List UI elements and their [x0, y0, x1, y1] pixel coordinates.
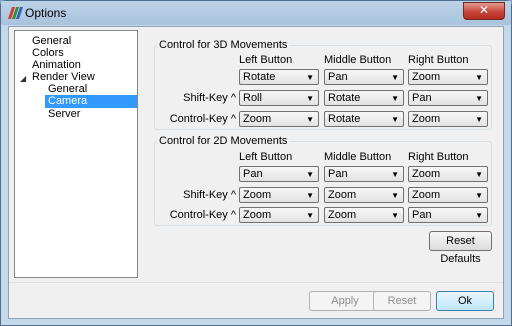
combo-2d-control-right[interactable]: Pan ▼: [408, 207, 488, 223]
chevron-down-icon: ▼: [391, 94, 399, 103]
combo-2d-shift-right[interactable]: Zoom ▼: [408, 187, 488, 203]
combo-value: Pan: [412, 209, 432, 221]
combo-3d-control-left[interactable]: Zoom ▼: [239, 111, 319, 127]
header-left-button-2d: Left Button: [239, 151, 293, 163]
options-window: Options ✕ General Colors Animation ◢ Ren…: [0, 0, 512, 326]
combo-2d-control-middle[interactable]: Zoom ▼: [324, 207, 404, 223]
dialog-body: General Colors Animation ◢ Render View G…: [8, 26, 504, 319]
chevron-down-icon: ▼: [306, 191, 314, 200]
header-right-button-3d: Right Button: [408, 54, 469, 66]
row-label-shift-3d: Shift-Key ^: [183, 92, 236, 104]
combo-3d-none-middle[interactable]: Pan ▼: [324, 69, 404, 85]
combo-3d-none-right[interactable]: Zoom ▼: [408, 69, 488, 85]
combo-3d-shift-right[interactable]: Pan ▼: [408, 90, 488, 106]
combo-value: Zoom: [328, 209, 357, 221]
reset-defaults-button[interactable]: Reset Defaults: [429, 231, 492, 265]
chevron-down-icon: ▼: [475, 191, 483, 200]
combo-3d-shift-middle[interactable]: Rotate ▼: [324, 90, 404, 106]
tree-item-camera[interactable]: Camera: [45, 95, 137, 108]
combo-value: Pan: [328, 168, 348, 180]
chevron-down-icon: ▼: [391, 73, 399, 82]
combo-value: Zoom: [412, 71, 441, 83]
chevron-down-icon: ▼: [391, 191, 399, 200]
combo-value: Roll: [243, 92, 262, 104]
combo-value: Pan: [328, 71, 348, 83]
combo-2d-none-left[interactable]: Pan ▼: [239, 166, 319, 182]
combo-2d-control-left[interactable]: Zoom ▼: [239, 207, 319, 223]
group-2d-title: Control for 2D Movements: [157, 135, 290, 147]
app-icon: [8, 7, 23, 19]
combo-value: Zoom: [412, 189, 441, 201]
chevron-down-icon: ▼: [306, 170, 314, 179]
header-right-button-2d: Right Button: [408, 151, 469, 163]
chevron-down-icon: ▼: [475, 94, 483, 103]
row-label-shift-2d: Shift-Key ^: [183, 189, 236, 201]
tree-item-server[interactable]: Server: [45, 108, 83, 121]
reset-button[interactable]: Reset: [373, 291, 431, 311]
chevron-down-icon: ▼: [306, 94, 314, 103]
combo-value: Rotate: [243, 71, 276, 83]
combo-2d-shift-middle[interactable]: Zoom ▼: [324, 187, 404, 203]
footer-separator: [9, 282, 503, 283]
combo-3d-control-right[interactable]: Zoom ▼: [408, 111, 488, 127]
combo-3d-control-middle[interactable]: Rotate ▼: [324, 111, 404, 127]
chevron-down-icon: ▼: [475, 115, 483, 124]
expand-arrow-icon[interactable]: ◢: [20, 74, 26, 83]
close-button[interactable]: ✕: [463, 2, 505, 20]
combo-value: Zoom: [243, 189, 272, 201]
combo-2d-none-middle[interactable]: Pan ▼: [324, 166, 404, 182]
group-3d-title: Control for 3D Movements: [157, 39, 290, 51]
combo-2d-shift-left[interactable]: Zoom ▼: [239, 187, 319, 203]
title-bar[interactable]: Options ✕: [1, 1, 511, 25]
header-middle-button-2d: Middle Button: [324, 151, 392, 163]
chevron-down-icon: ▼: [475, 211, 483, 220]
close-icon: ✕: [478, 3, 490, 17]
combo-value: Zoom: [243, 209, 272, 221]
combo-value: Pan: [412, 92, 432, 104]
chevron-down-icon: ▼: [306, 211, 314, 220]
chevron-down-icon: ▼: [391, 115, 399, 124]
apply-button[interactable]: Apply: [309, 291, 381, 311]
ok-button[interactable]: Ok: [436, 291, 494, 311]
combo-3d-shift-left[interactable]: Roll ▼: [239, 90, 319, 106]
chevron-down-icon: ▼: [306, 115, 314, 124]
combo-value: Zoom: [412, 113, 441, 125]
window-title: Options: [25, 6, 67, 20]
row-label-control-3d: Control-Key ^: [169, 113, 236, 125]
options-tree[interactable]: General Colors Animation ◢ Render View G…: [14, 30, 138, 278]
chevron-down-icon: ▼: [391, 170, 399, 179]
combo-value: Rotate: [328, 92, 361, 104]
combo-value: Rotate: [328, 113, 361, 125]
chevron-down-icon: ▼: [475, 73, 483, 82]
chevron-down-icon: ▼: [306, 73, 314, 82]
chevron-down-icon: ▼: [391, 211, 399, 220]
combo-value: Pan: [243, 168, 263, 180]
combo-2d-none-right[interactable]: Zoom ▼: [408, 166, 488, 182]
combo-3d-none-left[interactable]: Rotate ▼: [239, 69, 319, 85]
combo-value: Zoom: [243, 113, 272, 125]
row-label-control-2d: Control-Key ^: [169, 209, 236, 221]
chevron-down-icon: ▼: [475, 170, 483, 179]
combo-value: Zoom: [412, 168, 441, 180]
combo-value: Zoom: [328, 189, 357, 201]
header-middle-button-3d: Middle Button: [324, 54, 392, 66]
header-left-button-3d: Left Button: [239, 54, 293, 66]
